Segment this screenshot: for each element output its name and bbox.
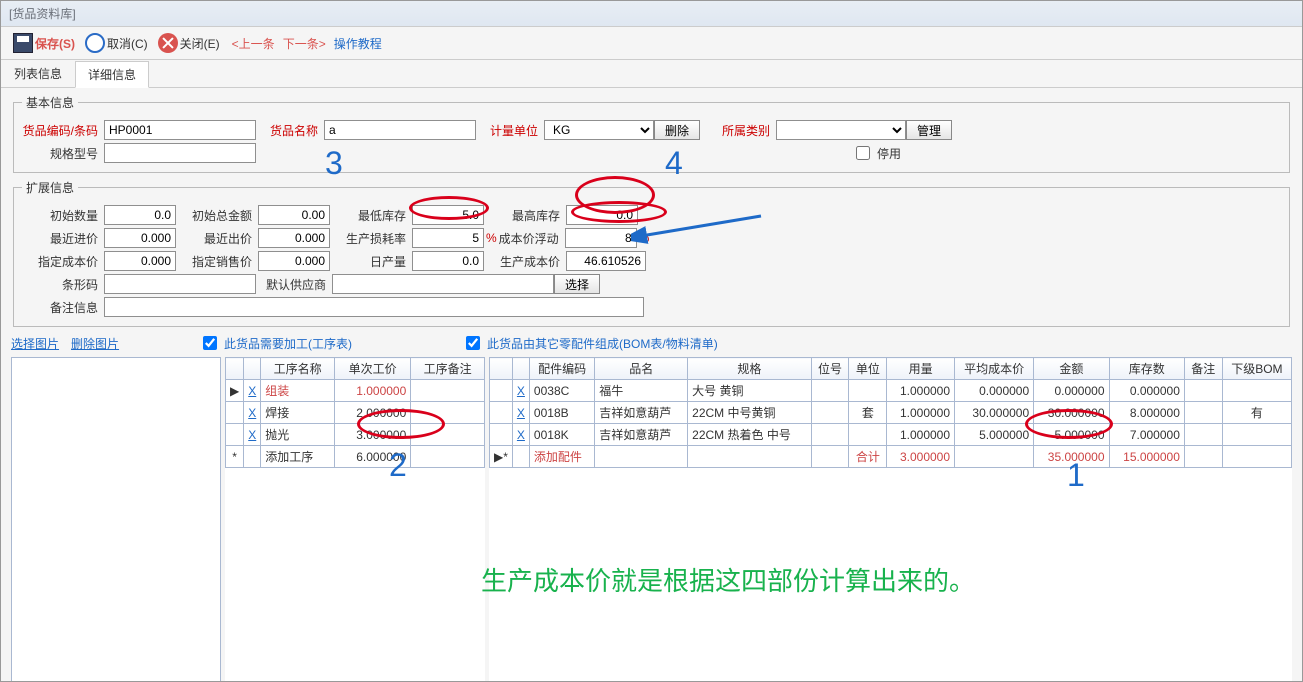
cancel-button[interactable]: 取消(C) bbox=[81, 31, 152, 55]
undo-icon bbox=[85, 33, 105, 53]
maxStock-label: 最高库存 bbox=[484, 207, 566, 224]
prodCost-input[interactable] bbox=[566, 251, 646, 271]
costFloat-input[interactable] bbox=[565, 228, 637, 248]
barcode-input[interactable] bbox=[104, 274, 256, 294]
costFloat-label: 成本价浮动 bbox=[497, 230, 565, 247]
dayQty-label: 日产量 bbox=[330, 253, 412, 270]
spec-label: 规格型号 bbox=[22, 145, 104, 162]
close-icon bbox=[158, 33, 178, 53]
delete-row-icon[interactable]: X bbox=[248, 428, 256, 442]
fixedSale-label: 指定销售价 bbox=[176, 253, 258, 270]
add-part-cell[interactable]: 添加配件 bbox=[529, 446, 594, 468]
lastIn-input[interactable] bbox=[104, 228, 176, 248]
name-input[interactable] bbox=[324, 120, 476, 140]
code-input[interactable] bbox=[104, 120, 256, 140]
delete-row-icon[interactable]: X bbox=[248, 406, 256, 420]
pct-1: % bbox=[486, 231, 497, 245]
delete-row-icon[interactable]: X bbox=[248, 384, 256, 398]
content-area: 基本信息 货品编码/条码 货品名称 计量单位 KG 删除 所属类别 管理 规格型… bbox=[1, 88, 1302, 682]
process-grid[interactable]: 工序名称单次工价工序备注 ▶X组装1.000000X焊接2.000000X抛光3… bbox=[225, 357, 485, 468]
initAmt-input[interactable] bbox=[258, 205, 330, 225]
prodCost-label: 生产成本价 bbox=[484, 253, 566, 270]
fixedCost-input[interactable] bbox=[104, 251, 176, 271]
disabled-checkbox[interactable]: 停用 bbox=[852, 143, 901, 163]
select-image-link[interactable]: 选择图片 bbox=[11, 335, 59, 352]
lossRate-input[interactable] bbox=[412, 228, 484, 248]
remark-label: 备注信息 bbox=[22, 299, 104, 316]
delete-row-icon[interactable]: X bbox=[517, 384, 525, 398]
category-select[interactable] bbox=[776, 120, 906, 140]
tab-list[interactable]: 列表信息 bbox=[1, 60, 75, 87]
tab-strip: 列表信息 详细信息 bbox=[1, 60, 1302, 88]
code-label: 货品编码/条码 bbox=[22, 122, 104, 139]
maxStock-input[interactable] bbox=[566, 205, 638, 225]
basic-info-group: 基本信息 货品编码/条码 货品名称 计量单位 KG 删除 所属类别 管理 规格型… bbox=[13, 94, 1290, 173]
lastIn-label: 最近进价 bbox=[22, 230, 104, 247]
fixedCost-label: 指定成本价 bbox=[22, 253, 104, 270]
unit-label: 计量单位 bbox=[476, 122, 544, 139]
delete-row-icon[interactable]: X bbox=[517, 406, 525, 420]
delete-image-link[interactable]: 删除图片 bbox=[71, 335, 119, 352]
supplier-input[interactable] bbox=[332, 274, 554, 294]
help-link[interactable]: 操作教程 bbox=[334, 35, 382, 52]
initQty-label: 初始数量 bbox=[22, 207, 104, 224]
pct-2: % bbox=[639, 231, 650, 245]
cancel-label: 取消(C) bbox=[107, 35, 148, 52]
bom-grid-panel: 配件编码品名规格位号单位用量平均成本价金额库存数备注下级BOM X0038C福牛… bbox=[489, 357, 1292, 682]
lastOut-label: 最近出价 bbox=[176, 230, 258, 247]
add-process-cell[interactable]: 添加工序 bbox=[261, 446, 335, 468]
app-window: [货品资料库] 保存(S) 取消(C) 关闭(E) <上一条 下一条> 操作教程… bbox=[0, 0, 1303, 682]
next-link[interactable]: 下一条> bbox=[283, 35, 326, 52]
save-button[interactable]: 保存(S) bbox=[9, 31, 79, 55]
prev-link[interactable]: <上一条 bbox=[232, 35, 275, 52]
unit-select[interactable]: KG bbox=[544, 120, 654, 140]
fixedSale-input[interactable] bbox=[258, 251, 330, 271]
lower-panels: 工序名称单次工价工序备注 ▶X组装1.000000X焊接2.000000X抛光3… bbox=[11, 357, 1292, 682]
barcode-label: 条形码 bbox=[22, 276, 104, 293]
supplier-label: 默认供应商 bbox=[256, 276, 332, 293]
bom-grid[interactable]: 配件编码品名规格位号单位用量平均成本价金额库存数备注下级BOM X0038C福牛… bbox=[489, 357, 1292, 468]
image-panel bbox=[11, 357, 221, 682]
minStock-label: 最低库存 bbox=[330, 207, 412, 224]
ext-legend: 扩展信息 bbox=[22, 179, 78, 196]
minStock-input[interactable] bbox=[412, 205, 484, 225]
lossRate-label: 生产损耗率 bbox=[330, 230, 412, 247]
close-label: 关闭(E) bbox=[180, 35, 220, 52]
supplier-select-button[interactable]: 选择 bbox=[554, 274, 600, 294]
toolbar: 保存(S) 取消(C) 关闭(E) <上一条 下一条> 操作教程 bbox=[1, 27, 1302, 60]
initAmt-label: 初始总金额 bbox=[176, 207, 258, 224]
category-label: 所属类别 bbox=[708, 122, 776, 139]
save-label: 保存(S) bbox=[35, 35, 75, 52]
remark-input[interactable] bbox=[104, 297, 644, 317]
basic-legend: 基本信息 bbox=[22, 94, 78, 111]
window-title: [货品资料库] bbox=[9, 7, 76, 21]
title-bar: [货品资料库] bbox=[1, 1, 1302, 27]
ext-info-group: 扩展信息 初始数量初始总金额最低库存最高库存 最近进价最近出价生产损耗率%成本价… bbox=[13, 179, 1290, 327]
dayQty-input[interactable] bbox=[412, 251, 484, 271]
need-proc-checkbox[interactable]: 此货品需要加工(工序表) bbox=[199, 333, 352, 353]
save-icon bbox=[13, 33, 33, 53]
has-bom-checkbox[interactable]: 此货品由其它零配件组成(BOM表/物料清单) bbox=[462, 333, 718, 353]
manage-button[interactable]: 管理 bbox=[906, 120, 952, 140]
tab-detail[interactable]: 详细信息 bbox=[75, 61, 149, 88]
initQty-input[interactable] bbox=[104, 205, 176, 225]
close-button[interactable]: 关闭(E) bbox=[154, 31, 224, 55]
spec-input[interactable] bbox=[104, 143, 256, 163]
delete-button[interactable]: 删除 bbox=[654, 120, 700, 140]
name-label: 货品名称 bbox=[256, 122, 324, 139]
process-grid-panel: 工序名称单次工价工序备注 ▶X组装1.000000X焊接2.000000X抛光3… bbox=[225, 357, 485, 682]
delete-row-icon[interactable]: X bbox=[517, 428, 525, 442]
lastOut-input[interactable] bbox=[258, 228, 330, 248]
